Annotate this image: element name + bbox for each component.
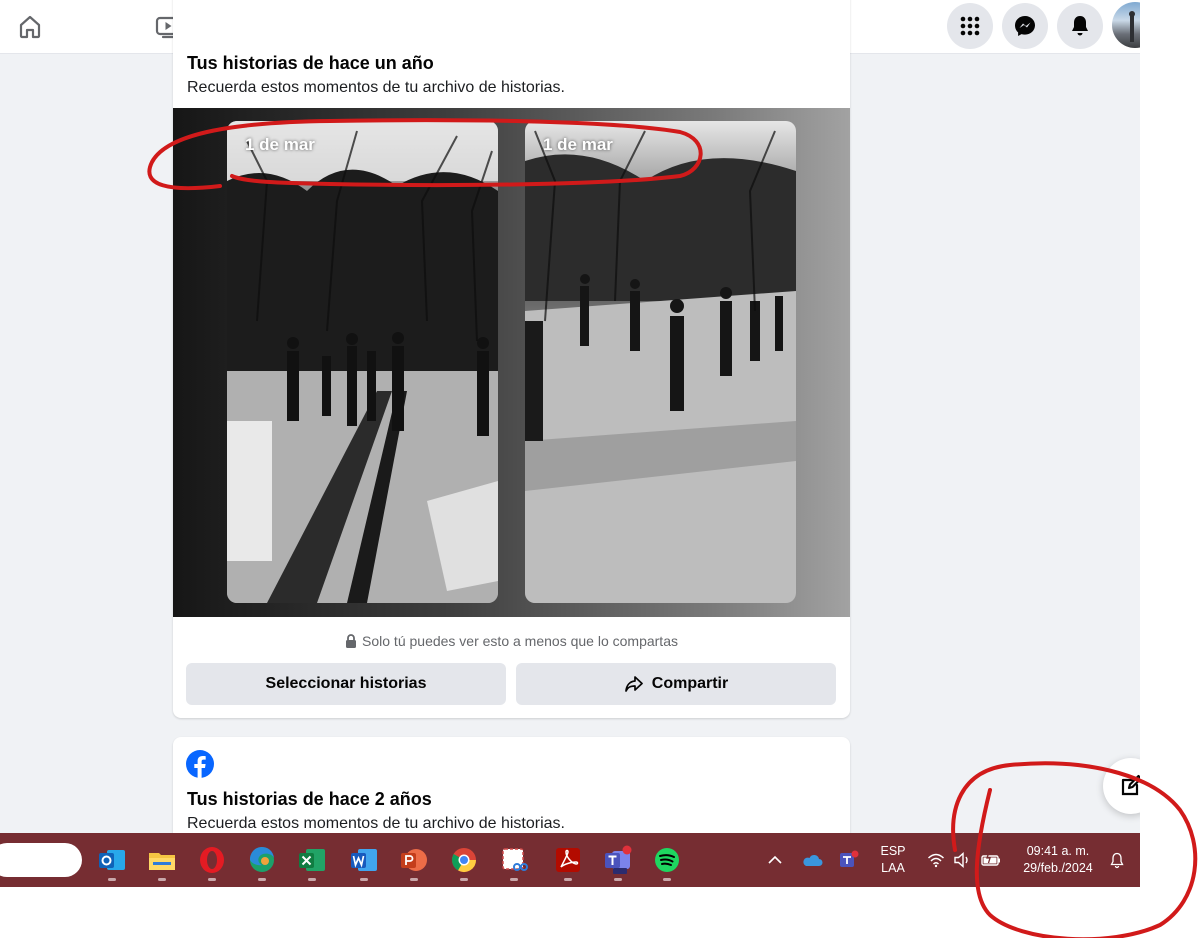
share-arrow-icon — [624, 676, 643, 692]
messenger-icon — [1015, 16, 1035, 36]
language-indicator[interactable]: ESP LAA — [870, 843, 916, 877]
taskbar-app-excel[interactable] — [297, 845, 327, 881]
snipping-tool-icon — [502, 848, 528, 871]
taskbar-app-opera[interactable] — [197, 845, 227, 881]
lock-icon — [346, 634, 357, 648]
show-hidden-icons-chevron-up-icon[interactable] — [766, 852, 784, 868]
story-thumbnail-1[interactable]: 1 de mar — [227, 121, 498, 603]
share-button[interactable]: Compartir — [516, 663, 836, 705]
acrobat-icon — [556, 848, 580, 872]
word-icon — [351, 849, 377, 871]
menu-grid-icon — [960, 16, 980, 36]
running-indicator — [258, 878, 266, 881]
spotify-icon — [655, 848, 679, 872]
outlook-icon — [99, 850, 125, 870]
file-explorer-icon — [149, 853, 175, 870]
card-subtitle: Recuerda estos momentos de tu archivo de… — [187, 815, 565, 832]
running-indicator — [510, 878, 518, 881]
select-stories-button[interactable]: Seleccionar historias — [186, 663, 506, 705]
taskbar-app-edge[interactable] — [247, 845, 277, 881]
chrome-icon — [451, 848, 476, 873]
running-indicator — [663, 878, 671, 881]
excel-icon — [299, 849, 325, 871]
powerpoint-icon — [401, 849, 427, 871]
story-date-label: 1 de mar — [245, 135, 315, 154]
clock-time: 09:41 a. m. — [1026, 844, 1090, 858]
running-indicator — [460, 878, 468, 881]
stories-preview: 1 de mar 1 de mar — [173, 108, 850, 617]
running-indicator — [108, 878, 116, 881]
compose-icon — [1121, 774, 1140, 796]
nav-tab-home[interactable] — [0, 6, 60, 48]
story-thumbnail-2[interactable]: 1 de mar — [525, 121, 796, 603]
avatar-photo — [1129, 11, 1135, 42]
teams-new-icon — [605, 845, 632, 874]
running-indicator — [360, 878, 368, 881]
clock-date: 29/feb./2024 — [1023, 861, 1093, 875]
facebook-logo-icon — [186, 750, 214, 778]
privacy-note-text: Solo tú puedes ver esto a menos que lo c… — [362, 633, 678, 649]
notification-bell-icon[interactable] — [1108, 851, 1126, 869]
running-indicator — [410, 878, 418, 881]
menu-button[interactable] — [947, 3, 993, 49]
bell-icon — [1072, 16, 1088, 36]
running-indicator — [614, 878, 622, 881]
language-code: ESP — [880, 844, 906, 858]
memories-card-one-year: Tus historias de hace un año Recuerda es… — [173, 0, 850, 718]
new-message-button[interactable] — [1103, 758, 1140, 814]
running-indicator — [308, 878, 316, 881]
taskbar-app-spotify[interactable] — [652, 845, 682, 881]
story-date-label: 1 de mar — [543, 135, 613, 154]
battery-charging-icon[interactable] — [980, 850, 1002, 870]
facebook-app: Tus historias de hace un año Recuerda es… — [0, 0, 1140, 833]
taskbar-search-box[interactable] — [0, 843, 82, 877]
volume-icon[interactable] — [953, 851, 973, 869]
home-icon — [19, 15, 41, 39]
taskbar-app-snipping-tool[interactable] — [499, 845, 529, 881]
card-title: Tus historias de hace 2 años — [187, 789, 432, 809]
taskbar-app-acrobat[interactable] — [553, 845, 583, 881]
select-stories-label: Seleccionar historias — [265, 675, 427, 692]
taskbar-app-chrome[interactable] — [449, 845, 479, 881]
clock[interactable]: 09:41 a. m. 29/feb./2024 — [1010, 843, 1106, 877]
running-indicator — [158, 878, 166, 881]
wifi-icon[interactable] — [927, 852, 945, 868]
teams-tray-icon[interactable] — [838, 849, 860, 869]
card-title: Tus historias de hace un año — [187, 53, 434, 73]
card-subtitle: Recuerda estos momentos de tu archivo de… — [187, 79, 565, 96]
edge-icon — [249, 846, 274, 872]
avatar[interactable] — [1112, 2, 1140, 48]
running-indicator — [564, 878, 572, 881]
windows-taskbar: ESP LAA 09:41 a. m. 29/feb./2024 — [0, 833, 1140, 887]
messenger-button[interactable] — [1002, 3, 1048, 49]
running-indicator — [208, 878, 216, 881]
keyboard-layout: LAA — [881, 861, 905, 875]
taskbar-app-teams[interactable] — [603, 845, 633, 881]
taskbar-app-file-explorer[interactable] — [147, 845, 177, 881]
taskbar-app-word[interactable] — [349, 845, 379, 881]
share-label: Compartir — [651, 675, 729, 692]
taskbar-app-outlook[interactable] — [97, 845, 127, 881]
privacy-note: Solo tú puedes ver esto a menos que lo c… — [173, 633, 850, 649]
notifications-button[interactable] — [1057, 3, 1103, 49]
onedrive-icon[interactable] — [801, 851, 823, 869]
story-photo-park-group — [525, 121, 796, 603]
opera-icon — [200, 847, 224, 873]
memories-card-two-years: Tus historias de hace 2 años Recuerda es… — [173, 737, 850, 833]
story-photo-park-railway — [227, 121, 498, 603]
taskbar-app-powerpoint[interactable] — [399, 845, 429, 881]
